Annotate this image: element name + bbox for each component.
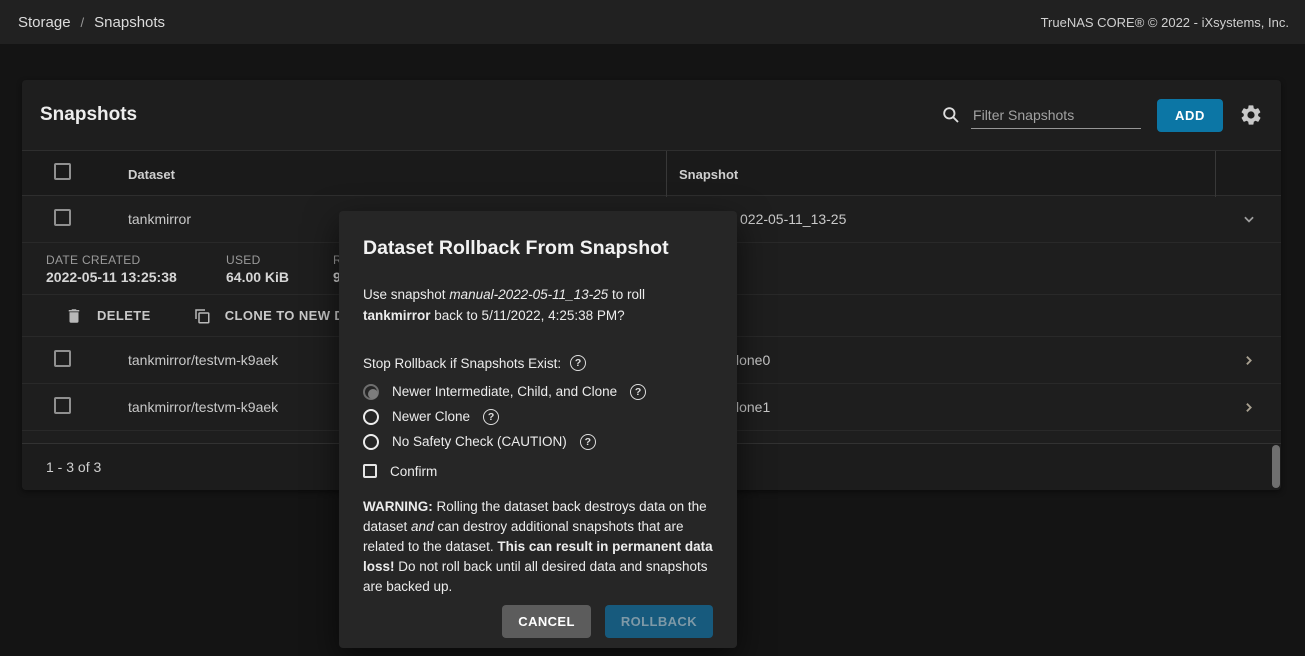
radio-button[interactable] [363, 434, 379, 450]
row-checkbox[interactable] [54, 397, 71, 414]
rollback-options: Newer Intermediate, Child, and Clone ? N… [363, 379, 713, 454]
card-header: Snapshots ADD [22, 80, 1281, 150]
help-icon[interactable]: ? [483, 409, 499, 425]
chevron-right-icon[interactable] [1216, 401, 1281, 414]
scrollbar-thumb[interactable] [1272, 445, 1280, 488]
card-controls: ADD [941, 99, 1263, 132]
radio-option-newer-clone[interactable]: Newer Clone ? [363, 404, 713, 429]
rollback-dialog: Dataset Rollback From Snapshot Use snaps… [339, 211, 737, 648]
detail-field-date-created: DATE CREATED 2022-05-11 13:25:38 [46, 252, 177, 286]
column-header-dataset[interactable]: Dataset [108, 167, 666, 182]
radio-option-no-safety-check[interactable]: No Safety Check (CAUTION) ? [363, 429, 713, 454]
delete-button[interactable]: DELETE [65, 307, 151, 325]
dialog-message: Use snapshot manual-2022-05-11_13-25 to … [363, 284, 713, 326]
detail-field-used: USED 64.00 KiB [226, 252, 289, 286]
gear-icon[interactable] [1239, 103, 1263, 127]
snapshot-cell: lone0 [666, 352, 1216, 368]
radio-button[interactable] [363, 384, 379, 400]
confirm-checkbox-row[interactable]: Confirm [363, 461, 713, 481]
trash-icon [65, 307, 83, 325]
breadcrumb-item-storage[interactable]: Storage [18, 14, 71, 31]
clone-icon [193, 307, 211, 325]
snapshot-cell: lone1 [666, 399, 1216, 415]
chevron-right-icon[interactable] [1216, 354, 1281, 367]
stop-rollback-group-label: Stop Rollback if Snapshots Exist: ? [363, 353, 713, 373]
help-icon[interactable]: ? [580, 434, 596, 450]
radio-option-newer-intermediate[interactable]: Newer Intermediate, Child, and Clone ? [363, 379, 713, 404]
row-checkbox[interactable] [54, 350, 71, 367]
select-all-checkbox[interactable] [54, 163, 71, 180]
cancel-button[interactable]: CANCEL [502, 605, 591, 638]
confirm-label: Confirm [390, 464, 437, 479]
add-button[interactable]: ADD [1157, 99, 1223, 132]
chevron-down-icon[interactable] [1216, 212, 1281, 226]
warning-text: WARNING: Rolling the dataset back destro… [363, 497, 713, 597]
page-title: Snapshots [40, 104, 137, 126]
search-icon [941, 105, 961, 125]
column-header-snapshot[interactable]: Snapshot [666, 151, 1216, 197]
filter-input[interactable] [971, 102, 1141, 129]
dialog-buttons: CANCEL ROLLBACK [363, 605, 713, 638]
table-header-row: Dataset Snapshot [22, 150, 1281, 196]
rollback-button[interactable]: ROLLBACK [605, 605, 713, 638]
breadcrumb: Storage / Snapshots [18, 14, 165, 31]
clone-to-new-dataset-button[interactable]: CLONE TO NEW DAT [193, 307, 362, 325]
help-icon[interactable]: ? [630, 384, 646, 400]
filter-wrap [941, 102, 1141, 129]
confirm-checkbox[interactable] [363, 464, 377, 478]
breadcrumb-separator: / [81, 15, 85, 30]
row-checkbox[interactable] [54, 209, 71, 226]
dialog-title: Dataset Rollback From Snapshot [363, 237, 713, 259]
pagination-label: 1 - 3 of 3 [46, 459, 101, 475]
copyright-text: TrueNAS CORE® © 2022 - iXsystems, Inc. [1041, 15, 1289, 30]
topbar: Storage / Snapshots TrueNAS CORE® © 2022… [0, 0, 1305, 44]
help-icon[interactable]: ? [570, 355, 586, 371]
radio-button[interactable] [363, 409, 379, 425]
snapshot-cell: 022-05-11_13-25 [666, 211, 1216, 227]
breadcrumb-item-snapshots[interactable]: Snapshots [94, 14, 165, 31]
